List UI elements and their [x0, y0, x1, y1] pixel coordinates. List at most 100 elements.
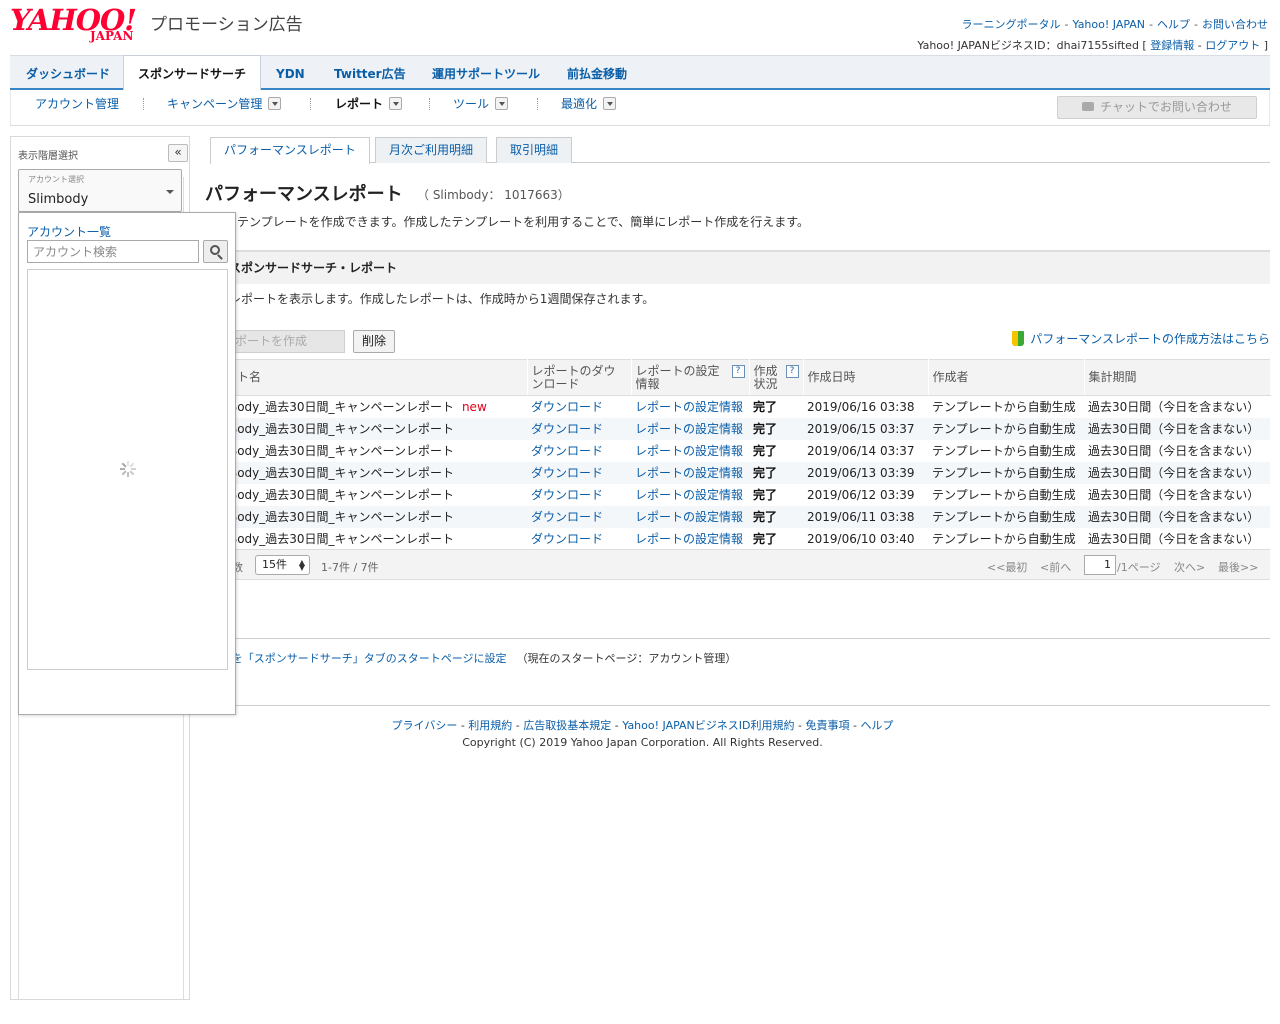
set-startpage-link[interactable]: このページを「スポンサードサーチ」タブのスタートページに設定	[205, 652, 507, 665]
learning-portal-link[interactable]: ラーニングポータル	[962, 18, 1061, 31]
product-name: プロモーション広告	[150, 15, 303, 35]
account-list-popup: アカウント一覧	[18, 212, 236, 715]
table-row: SlimBody_過去30日間_キャンペーンレポート ダウンロード レポートの設定情…	[205, 528, 1270, 550]
col-header-creator[interactable]: 作成者	[928, 359, 1085, 396]
footer: プライバシー - 利用規約 - 広告取扱基本規定 - Yahoo! JAPANビ…	[205, 717, 1080, 749]
subnav-optimization-label: 最適化	[561, 97, 598, 111]
chevron-down-icon[interactable]	[389, 97, 403, 110]
pager-first[interactable]: <<最初	[987, 559, 1027, 575]
report-name: SlimBody_過去30日間_キャンペーンレポート	[205, 466, 454, 480]
result-range: 1-7件 / 7件	[321, 561, 379, 574]
settings-link[interactable]: レポートの設定情報	[631, 528, 749, 550]
tab-support-tools[interactable]: 運用サポートツール	[418, 56, 554, 90]
logout-link[interactable]: ログアウト	[1205, 39, 1260, 52]
account-search-button[interactable]	[203, 240, 228, 263]
pager-prev[interactable]: <前へ	[1040, 559, 1071, 575]
tab-ydn[interactable]: YDN	[262, 56, 319, 90]
footer-ad-policy-link[interactable]: 広告取扱基本規定	[523, 719, 611, 732]
created-cell: 2019/06/16 03:38	[803, 395, 928, 418]
subnav-report[interactable]: レポート	[335, 96, 403, 112]
yahoo-japan-link[interactable]: Yahoo! JAPAN	[1072, 18, 1145, 31]
settings-link[interactable]: レポートの設定情報	[631, 462, 749, 484]
howto-link-label: パフォーマンスレポートの作成方法はこちら	[1030, 332, 1270, 346]
page-number-input[interactable]: 1	[1084, 555, 1116, 575]
footer-help-link[interactable]: ヘルプ	[860, 719, 893, 732]
settings-link[interactable]: レポートの設定情報	[631, 506, 749, 528]
footer-bizid-terms-link[interactable]: Yahoo! JAPANビジネスID利用規約	[622, 719, 794, 732]
tab-prepayment[interactable]: 前払金移動	[553, 56, 641, 90]
footer-terms-link[interactable]: 利用規約	[468, 719, 512, 732]
cell-report-name: SlimBody_過去30日間_キャンペーンレポート	[205, 484, 527, 506]
tab-dashboard[interactable]: ダッシュボード	[12, 56, 124, 90]
download-link[interactable]: ダウンロード	[527, 418, 631, 440]
creator-cell: テンプレートから自動生成	[928, 440, 1084, 462]
subnav-campaign-management[interactable]: キャンペーン管理	[167, 96, 282, 112]
download-link[interactable]: ダウンロード	[527, 528, 631, 550]
col-header-settings: レポートの設定情報?	[631, 359, 750, 396]
business-id-close: ]	[1263, 39, 1268, 52]
created-cell: 2019/06/11 03:38	[803, 506, 928, 528]
help-link[interactable]: ヘルプ	[1157, 18, 1190, 31]
sub-nav: アカウント管理 キャンペーン管理 レポート ツール 最適化 チャットでお問い合わ…	[10, 90, 1270, 126]
tab-sponsored-search[interactable]: スポンサードサーチ	[123, 55, 262, 91]
pager-last[interactable]: 最後>>	[1218, 559, 1258, 575]
subnav-campaign-management-label: キャンペーン管理	[167, 97, 263, 111]
tab-performance-report[interactable]: パフォーマンスレポート	[210, 137, 370, 164]
subnav-tools-label: ツール	[453, 97, 490, 111]
col-header-created[interactable]: 作成日時	[803, 359, 929, 396]
help-icon[interactable]: ?	[785, 365, 799, 378]
yahoo-japan-logo[interactable]: YAHOO! JAPAN	[10, 5, 150, 43]
created-cell: 2019/06/14 03:37	[803, 440, 928, 462]
account-select-value: Slimbody	[28, 192, 89, 207]
table-row: SlimBody_過去30日間_キャンペーンレポート ダウンロード レポートの設定情…	[205, 484, 1270, 506]
subnav-report-label: レポート	[335, 97, 384, 111]
pager-next[interactable]: 次へ>	[1174, 559, 1205, 575]
chat-contact-button[interactable]: チャットでお問い合わせ	[1057, 96, 1257, 119]
report-name: SlimBody_過去30日間_キャンペーンレポート	[205, 532, 454, 546]
account-search-input[interactable]	[27, 240, 199, 263]
cell-report-name: SlimBody_過去30日間_キャンペーンレポート new	[205, 395, 527, 418]
subnav-tools[interactable]: ツール	[453, 96, 509, 112]
subnav-account-management[interactable]: アカウント管理	[35, 96, 119, 112]
loading-spinner-icon	[120, 461, 136, 477]
chevron-down-icon[interactable]	[495, 97, 509, 110]
account-list[interactable]	[27, 269, 228, 670]
period-cell: 過去30日間（今日を含まない）	[1084, 528, 1270, 550]
download-link[interactable]: ダウンロード	[527, 484, 631, 506]
created-cell: 2019/06/15 03:37	[803, 418, 928, 440]
col-header-name[interactable]: レポート名	[201, 359, 528, 396]
created-cell: 2019/06/13 03:39	[803, 462, 928, 484]
collapse-panel-button[interactable]: «	[168, 144, 188, 162]
settings-link[interactable]: レポートの設定情報	[631, 418, 749, 440]
download-link[interactable]: ダウンロード	[527, 395, 631, 418]
page-title: パフォーマンスレポート	[205, 184, 403, 205]
table-row: SlimBody_過去30日間_キャンペーンレポート ダウンロード レポートの設定情…	[205, 440, 1270, 462]
startpage-setting: このページを「スポンサードサーチ」タブのスタートページに設定 （現在のスタートペー…	[205, 650, 765, 666]
download-link[interactable]: ダウンロード	[527, 440, 631, 462]
howto-link[interactable]: パフォーマンスレポートの作成方法はこちら	[1012, 330, 1270, 347]
tab-monthly-statement[interactable]: 月次ご利用明細	[375, 137, 488, 163]
account-select[interactable]: アカウント選択 Slimbody	[18, 169, 182, 212]
table-row: SlimBody_過去30日間_キャンペーンレポート ダウンロード レポートの設定情…	[205, 506, 1270, 528]
download-link[interactable]: ダウンロード	[527, 462, 631, 484]
contact-link[interactable]: お問い合わせ	[1202, 18, 1268, 31]
registration-info-link[interactable]: 登録情報	[1150, 39, 1194, 52]
footer-disclaimer-link[interactable]: 免責事項	[805, 719, 849, 732]
cell-report-name: SlimBody_過去30日間_キャンペーンレポート	[205, 528, 527, 550]
settings-link[interactable]: レポートの設定情報	[631, 440, 749, 462]
chevron-down-icon[interactable]	[268, 97, 282, 110]
settings-link[interactable]: レポートの設定情報	[631, 395, 749, 418]
help-icon[interactable]: ?	[731, 365, 745, 378]
settings-link[interactable]: レポートの設定情報	[631, 484, 749, 506]
footer-privacy-link[interactable]: プライバシー	[392, 719, 458, 732]
page-size-select[interactable]: 15件 ▲ ▼	[255, 555, 310, 575]
tab-transaction-details[interactable]: 取引明細	[496, 137, 573, 163]
download-link[interactable]: ダウンロード	[527, 506, 631, 528]
subnav-optimization[interactable]: 最適化	[561, 96, 617, 112]
account-list-title[interactable]: アカウント一覧	[27, 223, 111, 240]
cell-report-name: SlimBody_過去30日間_キャンペーンレポート	[205, 418, 527, 440]
chevron-down-icon[interactable]	[603, 97, 617, 110]
col-header-period[interactable]: 集計期間	[1084, 359, 1271, 396]
delete-button[interactable]: 削除	[353, 330, 395, 353]
tab-twitter-ads[interactable]: Twitter広告	[320, 56, 420, 90]
